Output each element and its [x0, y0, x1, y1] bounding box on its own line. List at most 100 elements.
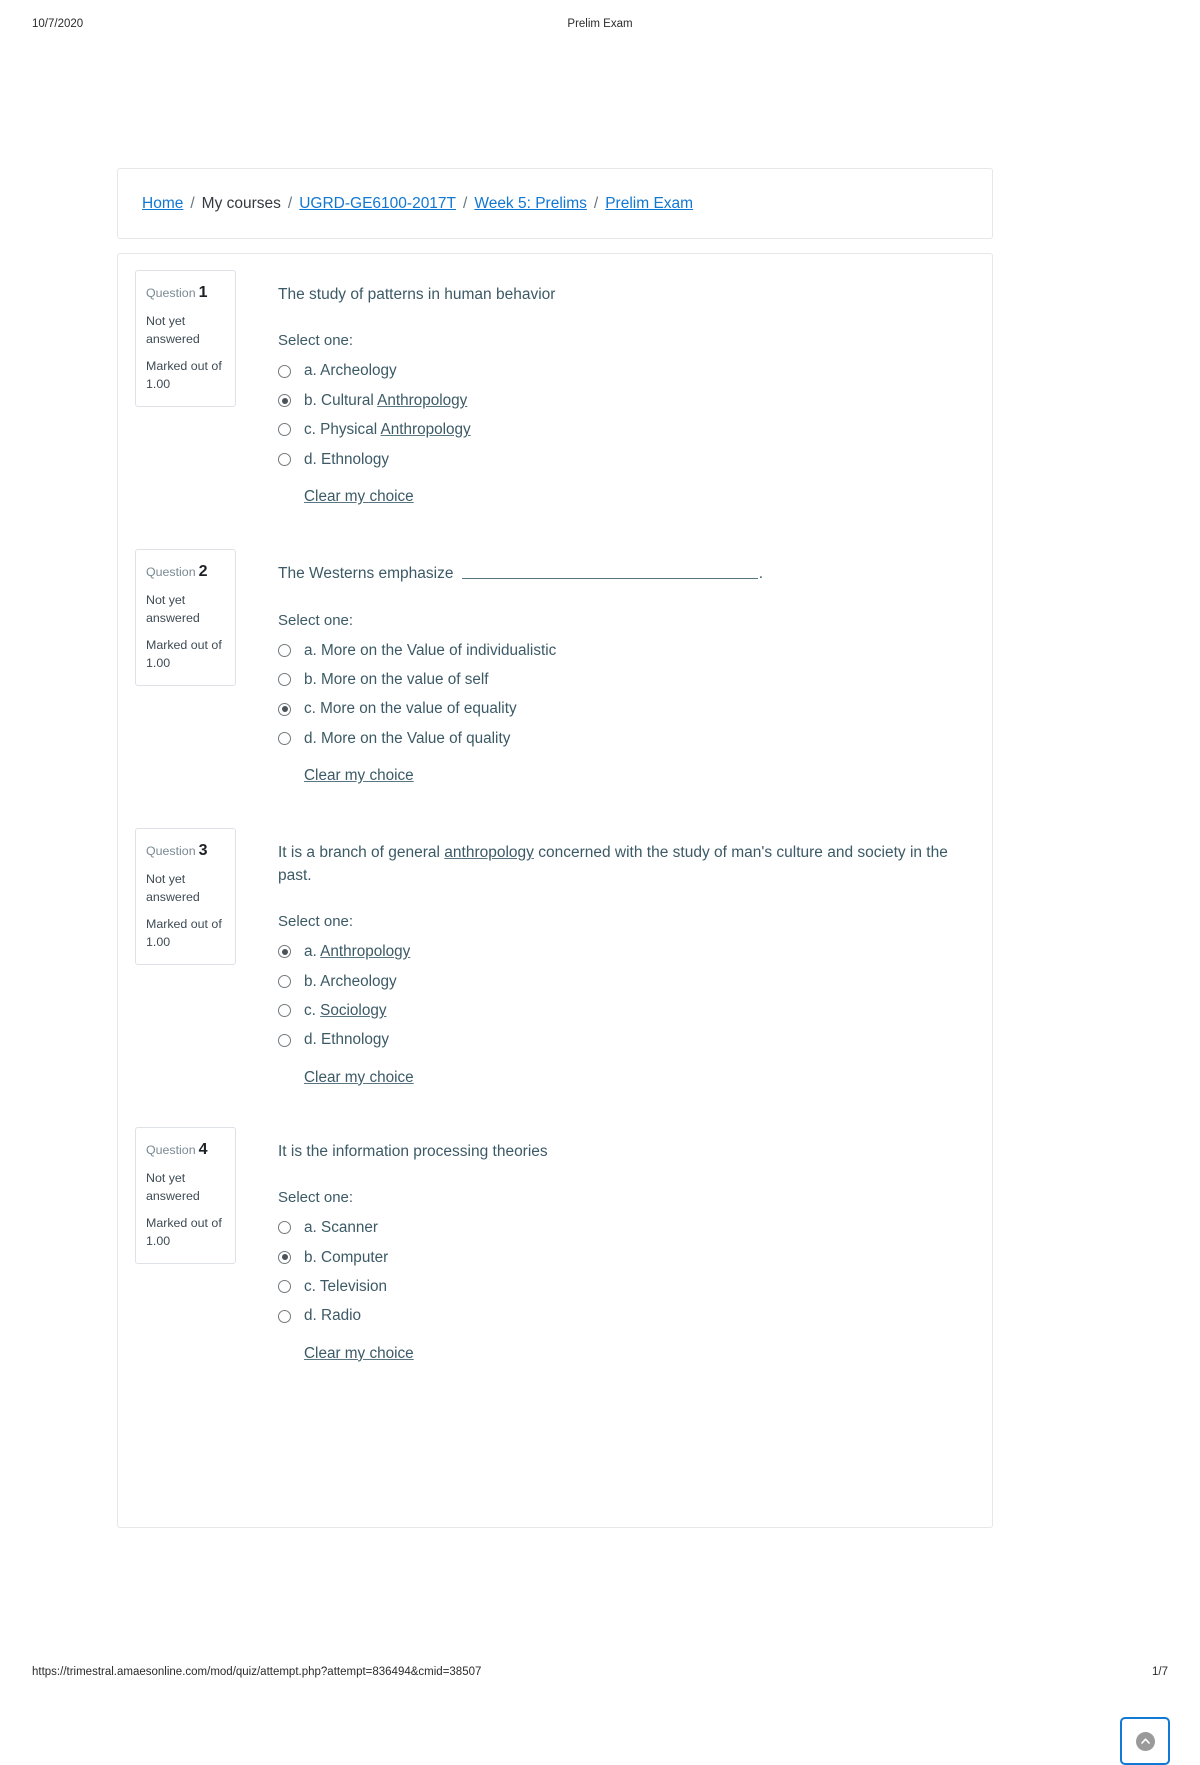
- radio-button[interactable]: [278, 364, 291, 378]
- answer-option[interactable]: b. Archeology: [278, 967, 952, 996]
- answer-option-letter: c.: [304, 1001, 316, 1019]
- breadcrumb-item-3[interactable]: UGRD-GE6100-2017T: [299, 193, 456, 215]
- radio-button[interactable]: [278, 673, 291, 687]
- question-word: Question: [146, 1142, 196, 1157]
- answer-option[interactable]: b. Computer: [278, 1243, 952, 1272]
- answer-option-text: Ethnology: [321, 450, 390, 468]
- answer-options: a. Anthropology b. Archeology c. Sociology…: [278, 937, 952, 1055]
- breadcrumb-item-1[interactable]: Home: [142, 193, 183, 215]
- answer-option[interactable]: c. Television: [278, 1272, 952, 1301]
- radio-button[interactable]: [278, 423, 291, 437]
- question-text-segment-tail: .: [758, 565, 764, 583]
- question-state: Not yet answered: [146, 593, 200, 626]
- question-body: It is a branch of general anthropology c…: [236, 828, 992, 1087]
- clear-my-choice-link[interactable]: Clear my choice: [304, 1069, 414, 1086]
- chevron-up-icon: [1135, 1731, 1155, 1751]
- radio-button[interactable]: [278, 1309, 291, 1323]
- radio-button[interactable]: [278, 1280, 291, 1294]
- answer-option[interactable]: c. Sociology: [278, 996, 952, 1025]
- radio-button[interactable]: [278, 452, 291, 466]
- answer-option[interactable]: d. More on the Value of quality: [278, 724, 952, 753]
- answer-option-label[interactable]: c. More on the value of equality: [304, 698, 517, 719]
- answer-option-label[interactable]: d. Ethnology: [304, 449, 389, 470]
- clear-choice-container: Clear my choice: [278, 474, 952, 506]
- select-one-label: Select one:: [278, 913, 354, 931]
- answer-option-letter: c.: [304, 700, 316, 718]
- question-info-box: Question 1 Not yet answered Marked out of 1…: [135, 270, 236, 408]
- answer-option[interactable]: a. Scanner: [278, 1213, 952, 1242]
- question-text: The study of patterns in human behavior: [278, 284, 952, 306]
- marked-out-of-label: Marked out of: [146, 917, 222, 932]
- answer-option-text: More on the Value of quality: [321, 729, 511, 747]
- question-state: Not yet answered: [146, 872, 200, 905]
- question-number-row: Question 2: [146, 560, 225, 583]
- question-number-row: Question 4: [146, 1138, 225, 1161]
- answer-option-label[interactable]: a. Anthropology: [304, 941, 410, 962]
- radio-button[interactable]: [278, 974, 291, 988]
- radio-button-selected[interactable]: [278, 702, 291, 716]
- question-marks: Marked out of 1.00: [146, 916, 225, 952]
- answer-option-label[interactable]: a. Scanner: [304, 1217, 378, 1238]
- question-text: It is the information processing theorie…: [278, 1141, 952, 1163]
- answer-option[interactable]: b. More on the value of self: [278, 665, 952, 694]
- answer-option-letter: d.: [304, 1307, 317, 1325]
- answer-option-label[interactable]: c. Sociology: [304, 1000, 386, 1021]
- answer-option[interactable]: a. More on the Value of individualistic: [278, 636, 952, 665]
- page-content: Home / My courses / UGRD-GE6100-2017T / Week 5…: [117, 168, 1170, 1765]
- answer-option[interactable]: d. Radio: [278, 1301, 952, 1330]
- breadcrumb-item-4[interactable]: Week 5: Prelims: [474, 193, 587, 215]
- scroll-to-top-button[interactable]: [1120, 1717, 1170, 1765]
- breadcrumb-item-5[interactable]: Prelim Exam: [605, 193, 693, 215]
- radio-button-selected[interactable]: [278, 394, 291, 408]
- answer-option-text: Scanner: [321, 1219, 378, 1237]
- answer-option-label[interactable]: d. Radio: [304, 1305, 361, 1326]
- answer-option[interactable]: c. More on the value of equality: [278, 694, 952, 723]
- radio-button[interactable]: [278, 643, 291, 657]
- answer-option-text: Television: [319, 1278, 388, 1296]
- clear-my-choice-link[interactable]: Clear my choice: [304, 767, 414, 784]
- question-text: It is a branch of general anthropology c…: [278, 842, 952, 887]
- answer-option[interactable]: d. Ethnology: [278, 1025, 952, 1054]
- question-info-box: Question 3 Not yet answered Marked out of 1…: [135, 828, 236, 966]
- answer-option-label[interactable]: b. Cultural Anthropology: [304, 390, 467, 411]
- question-gap: [118, 1087, 992, 1127]
- question-info-box: Question 4 Not yet answered Marked out of 1…: [135, 1126, 236, 1264]
- question-info-box: Question 2 Not yet answered Marked out of 1…: [135, 549, 236, 687]
- answer-option[interactable]: d. Ethnology: [278, 445, 952, 474]
- answer-option[interactable]: b. Cultural Anthropology: [278, 386, 952, 415]
- radio-button[interactable]: [278, 1221, 291, 1235]
- answer-option-label[interactable]: c. Physical Anthropology: [304, 419, 471, 440]
- answer-option[interactable]: a. Archeology: [278, 356, 952, 385]
- radio-button[interactable]: [278, 731, 291, 745]
- clear-choice-container: Clear my choice: [278, 1055, 952, 1087]
- radio-button[interactable]: [278, 1004, 291, 1018]
- answer-option-label[interactable]: b. Archeology: [304, 971, 397, 992]
- answer-option-label[interactable]: c. Television: [304, 1276, 387, 1297]
- radio-button[interactable]: [278, 1033, 291, 1047]
- print-header: 10/7/2020 Prelim Exam: [0, 18, 1200, 34]
- quiz-questions-card: Question 1 Not yet answered Marked out of 1…: [117, 253, 1170, 1765]
- question-block: Question 4 Not yet answered Marked out of 1…: [118, 1126, 992, 1363]
- question-text-segment: The study of patterns in human behavior: [278, 286, 556, 303]
- answer-option-label[interactable]: b. Computer: [304, 1247, 388, 1268]
- answer-option-text: Archeology: [320, 972, 397, 990]
- radio-button-selected[interactable]: [278, 945, 291, 959]
- marks-value: 1.00: [146, 935, 171, 950]
- question-state: Not yet answered: [146, 1170, 200, 1203]
- clear-my-choice-link[interactable]: Clear my choice: [304, 1345, 414, 1362]
- answer-option[interactable]: c. Physical Anthropology: [278, 415, 952, 444]
- answer-option-label[interactable]: d. More on the Value of quality: [304, 728, 510, 749]
- question-state: Not yet answered: [146, 314, 200, 347]
- answer-option-label[interactable]: b. More on the value of self: [304, 669, 489, 690]
- answer-option-label[interactable]: d. Ethnology: [304, 1029, 389, 1050]
- question-block: Question 2 Not yet answered Marked out of 1…: [118, 549, 992, 785]
- radio-button-selected[interactable]: [278, 1250, 291, 1264]
- answer-option[interactable]: a. Anthropology: [278, 937, 952, 966]
- question-number: 3: [198, 842, 208, 860]
- question-body: It is the information processing theorie…: [236, 1127, 992, 1363]
- answer-option-label[interactable]: a. More on the Value of individualistic: [304, 640, 556, 661]
- breadcrumb-separator: /: [463, 194, 468, 212]
- answer-option-label[interactable]: a. Archeology: [304, 360, 397, 381]
- question-block: Question 1 Not yet answered Marked out of 1…: [118, 270, 992, 506]
- clear-my-choice-link[interactable]: Clear my choice: [304, 488, 414, 505]
